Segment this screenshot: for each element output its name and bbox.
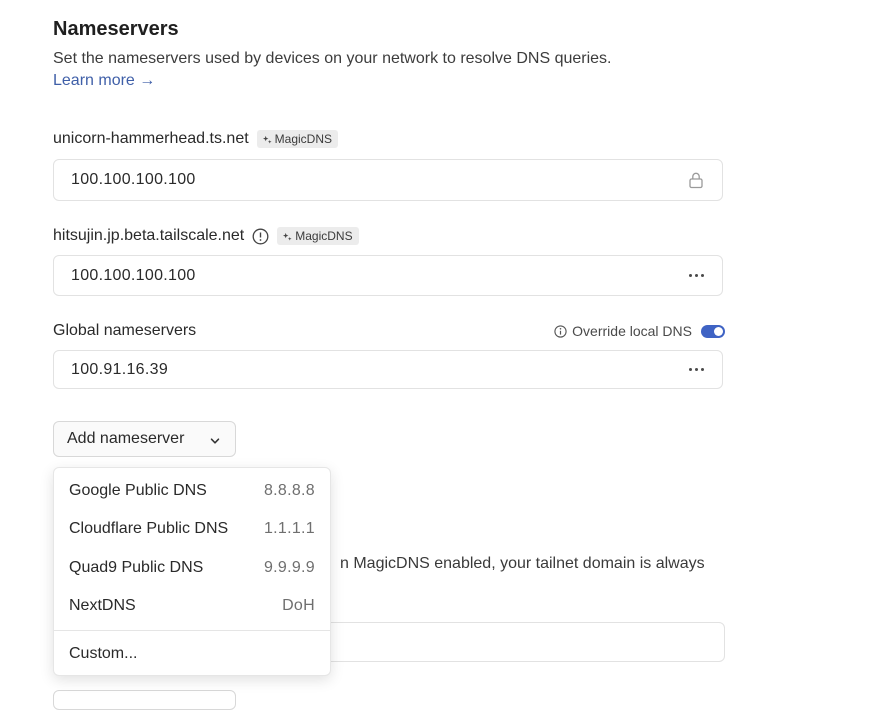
background-button[interactable] <box>53 690 236 710</box>
nameserver-value: 100.100.100.100 <box>71 267 196 284</box>
nameserver-label-2: hitsujin.jp.beta.tailscale.net MagicDNS <box>53 227 359 245</box>
more-icon[interactable] <box>689 368 704 371</box>
lock-icon <box>688 171 704 194</box>
add-nameserver-button[interactable]: Add nameserver <box>53 421 236 457</box>
menu-item-cloudflare-dns[interactable]: Cloudflare Public DNS 1.1.1.1 <box>54 511 330 547</box>
override-label: Override local DNS <box>572 323 692 339</box>
global-nameservers-label: Global nameservers <box>53 322 197 339</box>
nameserver-value: 100.100.100.100 <box>71 171 196 188</box>
nameserver-field-1: 100.100.100.100 <box>53 159 723 201</box>
global-nameserver-field: 100.91.16.39 <box>53 350 723 389</box>
nameserver-field-2: 100.100.100.100 <box>53 255 723 296</box>
override-toggle[interactable] <box>701 324 725 338</box>
menu-item-nextdns[interactable]: NextDNS DoH <box>54 588 330 624</box>
sparkle-icon <box>283 232 292 241</box>
learn-more-link[interactable]: Learn more → <box>53 72 155 90</box>
more-icon[interactable] <box>689 274 704 277</box>
magicdns-badge: MagicDNS <box>277 227 359 245</box>
nameserver-domain: hitsujin.jp.beta.tailscale.net <box>53 227 245 244</box>
alert-circle-icon[interactable] <box>252 228 269 245</box>
override-local-dns: Override local DNS <box>554 323 725 339</box>
chevron-down-icon <box>209 434 221 452</box>
sparkle-icon <box>262 135 272 144</box>
magicdns-description-partial: n MagicDNS enabled, your tailnet domain … <box>340 555 705 572</box>
info-icon <box>554 324 567 338</box>
magicdns-badge: MagicDNS <box>256 130 339 148</box>
menu-divider <box>54 630 330 631</box>
menu-item-custom[interactable]: Custom... <box>54 636 330 672</box>
menu-item-google-dns[interactable]: Google Public DNS 8.8.8.8 <box>54 473 330 509</box>
global-nameserver-value: 100.91.16.39 <box>71 361 169 378</box>
nameserver-domain: unicorn-hammerhead.ts.net <box>53 130 249 147</box>
section-title: Nameservers <box>53 18 179 40</box>
nameserver-label-1: unicorn-hammerhead.ts.net MagicDNS <box>53 130 339 148</box>
section-description: Set the nameservers used by devices on y… <box>53 50 612 67</box>
menu-item-quad9-dns[interactable]: Quad9 Public DNS 9.9.9.9 <box>54 550 330 586</box>
add-nameserver-menu: Google Public DNS 8.8.8.8 Cloudflare Pub… <box>53 467 331 676</box>
